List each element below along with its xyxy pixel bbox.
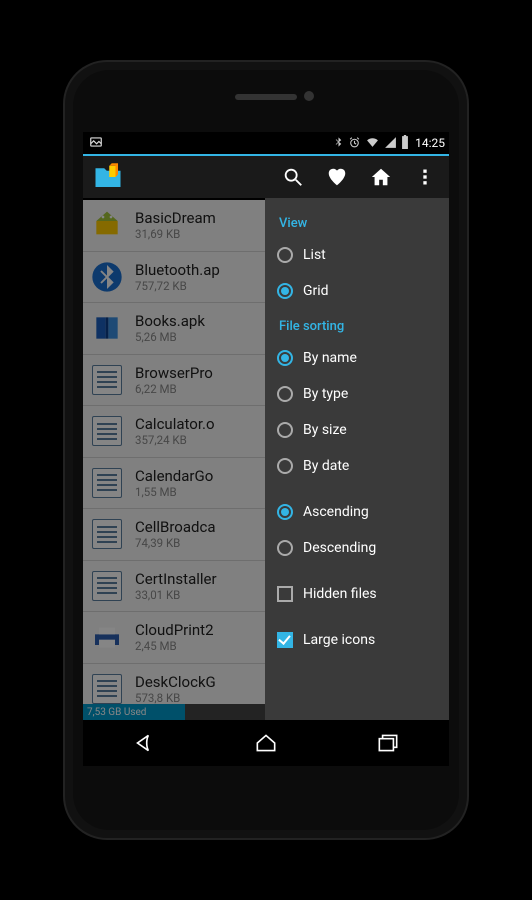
search-button[interactable]: [273, 157, 313, 197]
screen: 14:25 BasicDream31,69 KBBluetooth: [83, 132, 449, 766]
action-bar: [83, 154, 449, 198]
menu-sort-name[interactable]: By name: [265, 340, 449, 376]
menu-label: Ascending: [303, 504, 369, 520]
radio-icon: [277, 504, 293, 520]
checkbox-icon: [277, 586, 293, 602]
menu-header-sort: File sorting: [265, 309, 449, 340]
screenshot-indicator-icon: [89, 134, 103, 153]
phone-frame: 14:25 BasicDream31,69 KBBluetooth: [65, 62, 467, 838]
radio-icon: [277, 540, 293, 556]
wifi-icon: [365, 134, 380, 153]
menu-label: By date: [303, 458, 349, 474]
menu-sort-date[interactable]: By date: [265, 448, 449, 484]
radio-icon: [277, 283, 293, 299]
checkbox-icon: [277, 632, 293, 648]
nav-recents-button[interactable]: [358, 723, 418, 763]
clock-text: 14:25: [415, 136, 445, 150]
battery-icon: [401, 134, 409, 153]
menu-hidden-files[interactable]: Hidden files: [265, 576, 449, 612]
nav-bar: [83, 720, 449, 766]
phone-speaker: [235, 94, 297, 100]
menu-label: By size: [303, 422, 347, 438]
radio-icon: [277, 350, 293, 366]
menu-label: Large icons: [303, 632, 375, 648]
menu-sort-size[interactable]: By size: [265, 412, 449, 448]
menu-label: By type: [303, 386, 348, 402]
status-bar: 14:25: [83, 132, 449, 154]
home-button[interactable]: [361, 157, 401, 197]
radio-icon: [277, 386, 293, 402]
signal-icon: [384, 134, 397, 153]
menu-order-desc[interactable]: Descending: [265, 530, 449, 566]
radio-icon: [277, 422, 293, 438]
menu-label: List: [303, 247, 326, 263]
menu-large-icons[interactable]: Large icons: [265, 622, 449, 658]
menu-label: By name: [303, 350, 357, 366]
nav-home-button[interactable]: [236, 723, 296, 763]
radio-icon: [277, 458, 293, 474]
nav-back-button[interactable]: [114, 723, 174, 763]
menu-label: Grid: [303, 283, 329, 299]
menu-view-grid[interactable]: Grid: [265, 273, 449, 309]
favorite-button[interactable]: [317, 157, 357, 197]
menu-view-list[interactable]: List: [265, 237, 449, 273]
radio-icon: [277, 247, 293, 263]
overflow-button[interactable]: [405, 157, 445, 197]
menu-header-view: View: [265, 206, 449, 237]
menu-label: Hidden files: [303, 586, 377, 602]
menu-label: Descending: [303, 540, 376, 556]
alarm-icon: [348, 134, 361, 153]
bluetooth-icon: [333, 134, 344, 153]
phone-camera: [304, 91, 314, 101]
options-menu: View List Grid File sorting By name By t…: [265, 198, 449, 720]
menu-order-asc[interactable]: Ascending: [265, 494, 449, 530]
menu-sort-type[interactable]: By type: [265, 376, 449, 412]
app-icon[interactable]: [91, 160, 125, 194]
